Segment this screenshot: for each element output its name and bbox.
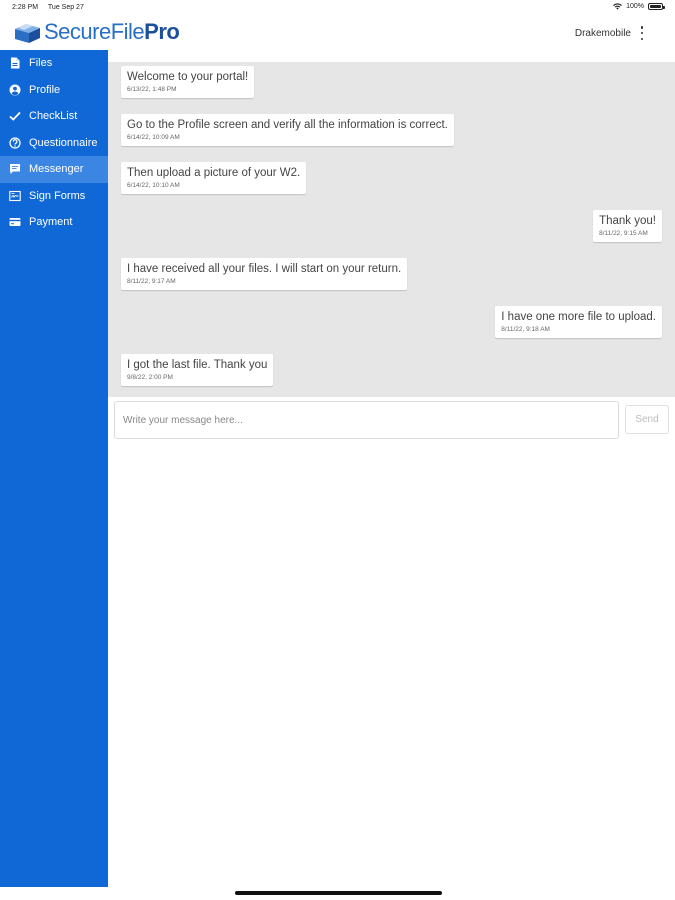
message-time: 6/14/22, 10:09 AM	[127, 134, 180, 141]
file-icon	[8, 57, 21, 70]
home-indicator[interactable]	[235, 891, 442, 895]
message-input[interactable]	[115, 402, 618, 438]
sidebar-item-label: Messenger	[29, 163, 84, 176]
battery-fill	[650, 5, 661, 8]
more-vertical-icon[interactable]	[640, 26, 644, 40]
wifi-icon	[613, 3, 622, 10]
app-logo: SecureFilePro	[13, 19, 180, 44]
sidebar-item-label: Files	[29, 57, 53, 70]
logo-accent-text: Pro	[144, 19, 180, 44]
logo-text: SecureFilePro	[44, 19, 180, 44]
message-bubble-received: I got the last file. Thank you 9/8/22, 2…	[121, 354, 274, 386]
sidebar-item-messenger[interactable]: Messenger	[0, 156, 108, 183]
status-right: 100%	[613, 3, 665, 10]
user-icon	[8, 83, 21, 96]
message-thread: Welcome to your portal! 6/13/22, 1:48 PM…	[108, 62, 675, 397]
status-bar: 2:28 PM Tue Sep 27 100%	[0, 0, 675, 16]
question-icon	[8, 136, 21, 149]
message-time: 8/11/22, 9:15 AM	[599, 230, 648, 237]
card-icon	[8, 216, 21, 229]
message-text: I got the last file. Thank you	[127, 359, 268, 371]
message-time: 9/8/22, 2:00 PM	[127, 374, 173, 381]
sidebar-item-profile[interactable]: Profile	[0, 77, 108, 104]
message-time: 8/11/22, 9:17 AM	[127, 278, 176, 285]
message-bubble-received: I have received all your files. I will s…	[121, 258, 408, 290]
check-icon	[8, 110, 21, 123]
sidebar-item-files[interactable]: Files	[0, 50, 108, 77]
app-header: SecureFilePro Drakemobile	[0, 16, 675, 50]
sidebar: Files Profile CheckList Questionnaire Me…	[0, 50, 108, 887]
sidebar-item-sign-forms[interactable]: Sign Forms	[0, 183, 108, 210]
message-text: Welcome to your portal!	[127, 71, 249, 83]
user-name[interactable]: Drakemobile	[575, 28, 631, 39]
message-time: 6/13/22, 1:48 PM	[127, 86, 177, 93]
status-time: 2:28 PM	[12, 4, 39, 11]
status-date: Tue Sep 27	[47, 4, 84, 11]
sidebar-item-label: Profile	[29, 83, 61, 96]
message-bubble-received: Go to the Profile screen and verify all …	[121, 114, 454, 146]
message-bubble-sent: I have one more file to upload. 8/11/22,…	[495, 306, 662, 338]
message-text: Then upload a picture of your W2.	[127, 167, 301, 179]
battery-percent: 100%	[626, 3, 644, 10]
sidebar-item-payment[interactable]: Payment	[0, 209, 108, 236]
message-text: I have one more file to upload.	[501, 311, 656, 323]
battery-icon	[648, 3, 665, 10]
message-text: Thank you!	[599, 215, 656, 227]
message-bubble-received: Then upload a picture of your W2. 6/14/2…	[121, 162, 307, 194]
message-text: Go to the Profile screen and verify all …	[127, 119, 448, 131]
message-time: 6/14/22, 10:10 AM	[127, 182, 180, 189]
status-left: 2:28 PM Tue Sep 27	[12, 4, 92, 11]
sidebar-item-label: CheckList	[29, 110, 78, 123]
message-icon	[8, 163, 21, 176]
send-button[interactable]: Send	[625, 405, 669, 434]
message-compose-box	[114, 401, 619, 439]
message-time: 8/11/22, 9:18 AM	[501, 326, 550, 333]
sidebar-item-label: Payment	[29, 216, 73, 229]
sidebar-item-questionnaire[interactable]: Questionnaire	[0, 130, 108, 157]
sign-icon	[8, 189, 21, 202]
message-bubble-sent: Thank you! 8/11/22, 9:15 AM	[593, 210, 662, 242]
message-bubble-received: Welcome to your portal! 6/13/22, 1:48 PM	[121, 66, 255, 98]
sidebar-item-label: Questionnaire	[29, 136, 98, 149]
folder-logo-icon	[15, 24, 40, 43]
sidebar-item-label: Sign Forms	[29, 189, 86, 202]
message-text: I have received all your files. I will s…	[127, 263, 402, 275]
sidebar-item-checklist[interactable]: CheckList	[0, 103, 108, 130]
logo-main-text: SecureFile	[44, 19, 145, 44]
